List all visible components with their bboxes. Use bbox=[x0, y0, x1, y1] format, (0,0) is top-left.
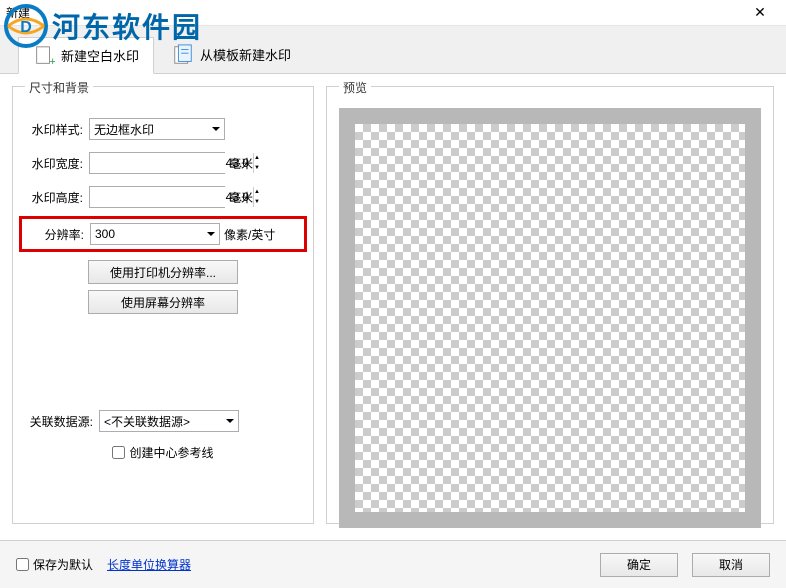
site-watermark: D 河东软件园 bbox=[4, 4, 202, 48]
style-select[interactable]: 无边框水印 bbox=[89, 118, 225, 140]
row-centerline: 创建中心参考线 bbox=[25, 444, 301, 461]
centerline-checkbox[interactable] bbox=[112, 446, 125, 459]
datasource-select[interactable]: <不关联数据源> bbox=[99, 410, 239, 432]
row-datasource: 关联数据源: <不关联数据源> bbox=[25, 410, 301, 432]
cancel-button[interactable]: 取消 bbox=[692, 553, 770, 577]
save-default-row: 保存为默认 bbox=[16, 556, 93, 573]
preview-frame bbox=[339, 108, 761, 528]
width-spinner[interactable]: ▲▼ bbox=[89, 152, 225, 174]
fieldset-legend: 预览 bbox=[339, 79, 371, 96]
size-bg-fieldset: 尺寸和背景 水印样式: 无边框水印 水印宽度: ▲▼ 毫米 水印高度: bbox=[12, 86, 314, 524]
svg-text:+: + bbox=[50, 56, 56, 67]
row-style: 水印样式: 无边框水印 bbox=[25, 118, 301, 140]
close-icon[interactable]: ✕ bbox=[740, 4, 780, 21]
row-height: 水印高度: ▲▼ 毫米 bbox=[25, 186, 301, 208]
fieldset-legend: 尺寸和背景 bbox=[25, 79, 93, 96]
highlighted-resolution: 分辨率: 300 像素/英寸 bbox=[19, 216, 307, 252]
unit-converter-link[interactable]: 长度单位换算器 bbox=[107, 556, 191, 573]
row-resolution: 分辨率: 300 像素/英寸 bbox=[26, 223, 300, 245]
use-screen-res-button[interactable]: 使用屏幕分辨率 bbox=[88, 290, 238, 314]
save-default-checkbox[interactable] bbox=[16, 558, 29, 571]
footer-bar: 保存为默认 长度单位换算器 确定 取消 bbox=[0, 540, 786, 588]
svg-text:D: D bbox=[20, 19, 32, 36]
logo-icon: D bbox=[4, 4, 48, 48]
row-width: 水印宽度: ▲▼ 毫米 bbox=[25, 152, 301, 174]
preview-fieldset: 预览 bbox=[326, 86, 774, 524]
use-printer-res-button[interactable]: 使用打印机分辨率... bbox=[88, 260, 238, 284]
resolution-select[interactable]: 300 bbox=[90, 223, 220, 245]
ok-button[interactable]: 确定 bbox=[600, 553, 678, 577]
height-spinner[interactable]: ▲▼ bbox=[89, 186, 225, 208]
preview-checkerboard bbox=[355, 124, 745, 512]
